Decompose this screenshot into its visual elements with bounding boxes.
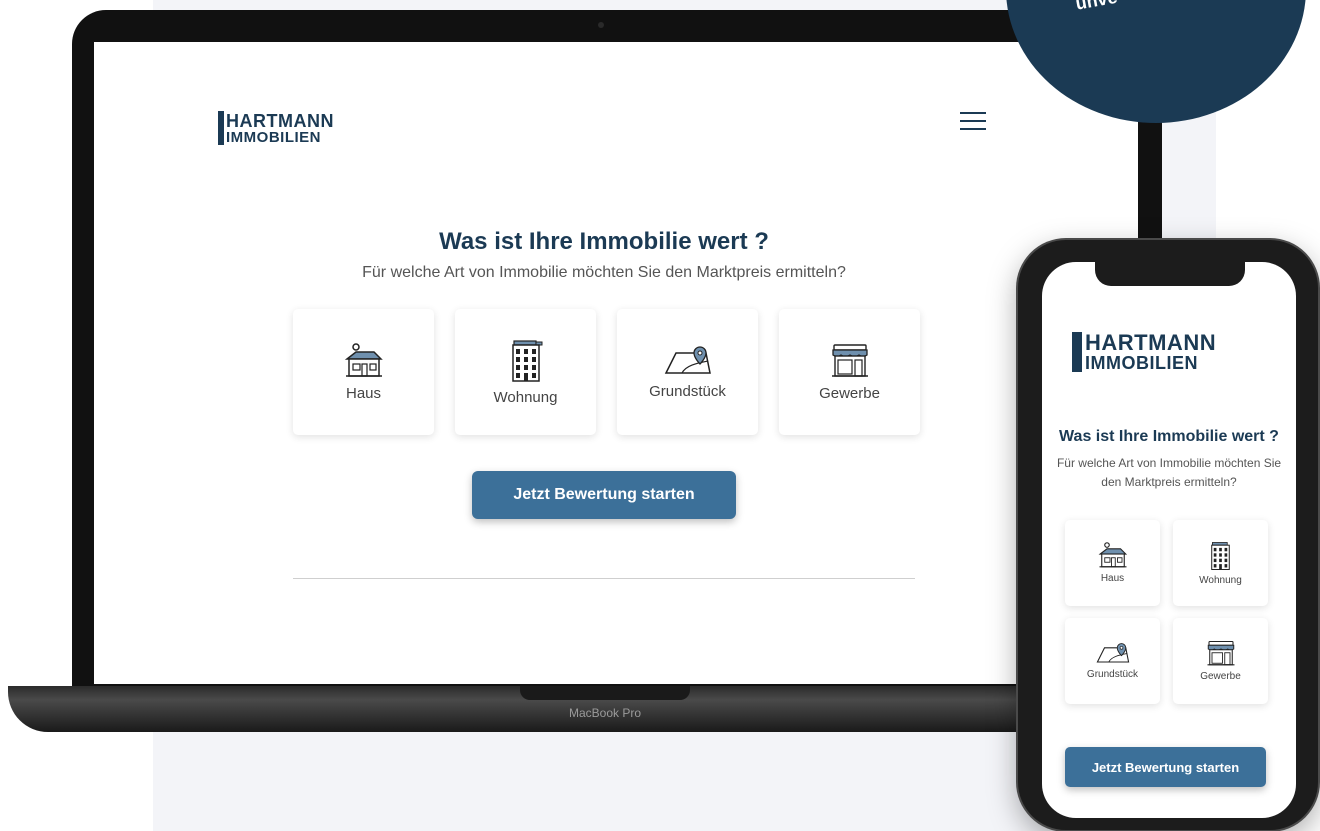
page-title: Was ist Ihre Immobilie wert ? — [439, 228, 769, 255]
land-plot-pin-icon — [1096, 643, 1129, 663]
page-subtitle: Für welche Art von Immobilie möchten Sie… — [362, 264, 846, 281]
page-subtitle-mobile: Für welche Art von Immobilie möchten Sie… — [1056, 456, 1282, 490]
logo-bar — [1072, 332, 1082, 372]
card-label: Gewerbe — [1200, 671, 1241, 682]
laptop-camera — [598, 22, 604, 28]
property-type-cards: Haus Wohnung Grundstück Gewerbe — [293, 309, 920, 435]
card-label: Gewerbe — [819, 384, 880, 402]
card-gewerbe[interactable]: Gewerbe — [779, 309, 920, 435]
property-type-cards-mobile: Haus Wohnung Grundstück Gewerbe — [1065, 520, 1268, 704]
brand-logo-mobile[interactable]: HARTMANN IMMOBILIEN — [1072, 332, 1216, 372]
phone-screen: HARTMANN IMMOBILIEN Was ist Ihre Immobil… — [1042, 262, 1296, 818]
storefront-icon — [1207, 640, 1234, 666]
card-label: Haus — [345, 384, 382, 402]
logo-line1: HARTMANN — [226, 110, 334, 131]
house-icon — [1098, 542, 1127, 568]
card-label: Wohnung — [1199, 574, 1242, 586]
laptop-screen: HARTMANN IMMOBILIEN Was ist Ihre Immobil… — [94, 42, 1138, 684]
card-label: Wohnung — [493, 388, 558, 406]
start-valuation-button-mobile[interactable]: Jetzt Bewertung starten — [1065, 747, 1266, 787]
card-gewerbe[interactable]: Gewerbe — [1173, 618, 1268, 704]
laptop-label: MacBook Pro — [568, 706, 642, 720]
logo-bar — [218, 111, 224, 145]
logo-line2: IMMOBILIEN — [1085, 353, 1198, 373]
card-wohnung[interactable]: Wohnung — [455, 309, 596, 435]
card-haus[interactable]: Haus — [1065, 520, 1160, 606]
apartment-building-icon — [1211, 541, 1230, 570]
laptop-notch — [520, 686, 690, 700]
start-valuation-button[interactable]: Jetzt Bewertung starten — [472, 471, 736, 519]
storefront-icon — [831, 343, 868, 377]
card-label: Grundstück — [1086, 669, 1139, 680]
house-icon — [344, 342, 383, 377]
divider — [293, 578, 915, 579]
phone-notch — [1095, 258, 1245, 286]
card-label: Grundstück — [649, 382, 726, 400]
logo-line2: IMMOBILIEN — [226, 128, 321, 146]
brand-logo[interactable]: HARTMANN IMMOBILIEN — [218, 111, 334, 145]
land-plot-pin-icon — [664, 345, 711, 374]
card-haus[interactable]: Haus — [293, 309, 434, 435]
card-grundstueck[interactable]: Grundstück — [1065, 618, 1160, 704]
logo-line1: HARTMANN — [1085, 330, 1217, 355]
menu-hamburger-icon[interactable] — [960, 112, 986, 132]
card-label: Haus — [1100, 573, 1125, 584]
card-wohnung[interactable]: Wohnung — [1173, 520, 1268, 606]
card-grundstueck[interactable]: Grundstück — [617, 309, 758, 435]
page-title-mobile: Was ist Ihre Immobilie wert ? — [1059, 428, 1279, 445]
apartment-building-icon — [511, 339, 542, 382]
